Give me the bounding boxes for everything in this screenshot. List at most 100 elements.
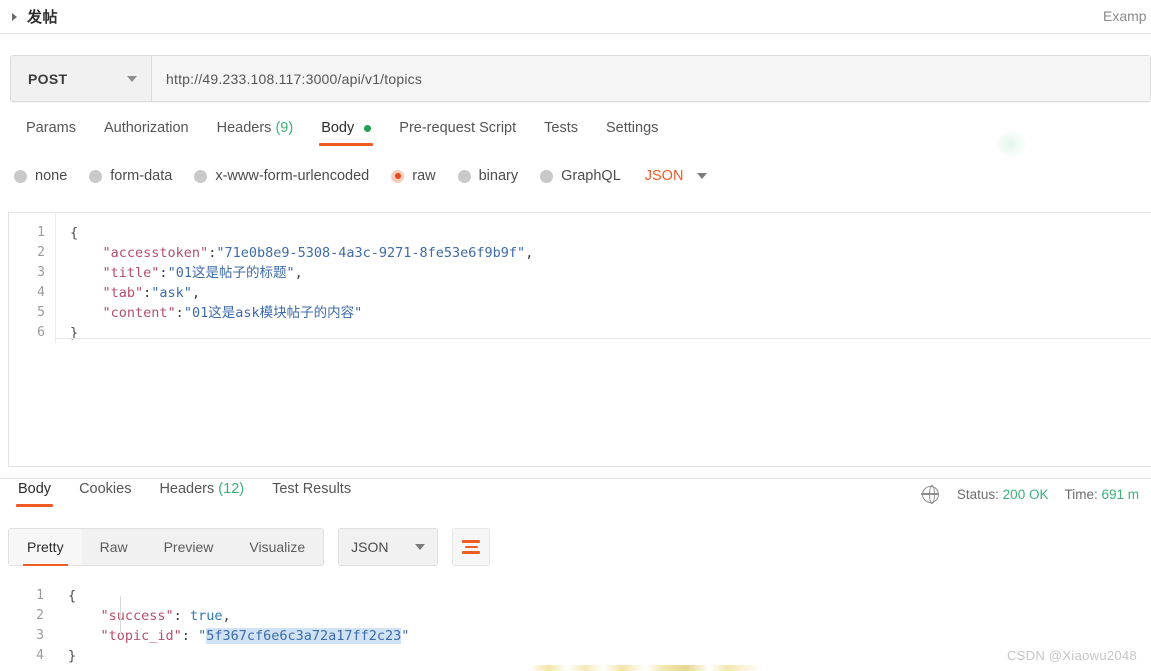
tab-label: Tests xyxy=(544,120,578,136)
tab-params[interactable]: Params xyxy=(12,118,90,146)
cut-off-content-ghost xyxy=(530,665,760,671)
code-line: "topic_id": "5f367cf6e6c3a72a17ff2c23" xyxy=(68,626,1151,646)
radio-icon xyxy=(89,169,103,183)
radio-icon xyxy=(457,169,471,183)
tab-tests[interactable]: Tests xyxy=(530,118,592,146)
request-header-bar: 发帖 Examp xyxy=(0,0,1151,34)
body-type-raw[interactable]: raw xyxy=(391,168,436,184)
code-line: } xyxy=(68,646,1151,666)
body-format-select[interactable]: JSON xyxy=(645,168,708,184)
tab-headers[interactable]: Headers (9) xyxy=(203,118,308,146)
json-colon: : xyxy=(175,305,184,321)
response-headers-count: (12) xyxy=(218,481,245,497)
code-fold-divider xyxy=(56,338,1151,339)
body-type-label: x-www-form-urlencoded xyxy=(215,168,370,184)
body-type-binary[interactable]: binary xyxy=(457,168,519,184)
open-brace: { xyxy=(68,588,77,604)
tab-label: Headers xyxy=(159,481,215,497)
tab-label: Cookies xyxy=(79,481,132,497)
tab-label: Settings xyxy=(605,120,659,136)
response-body-code[interactable]: { "success": true, "topic_id": "5f367cf6… xyxy=(54,576,1151,666)
body-type-label: form-data xyxy=(110,168,173,184)
body-type-label: GraphQL xyxy=(561,168,621,184)
tab-authorization[interactable]: Authorization xyxy=(90,118,203,146)
line-number: 3 xyxy=(36,628,44,643)
request-body-code[interactable]: { "accesstoken":"71e0b8e9-5308-4a3c-9271… xyxy=(55,213,1151,343)
body-format-label: JSON xyxy=(644,168,684,184)
body-type-graphql[interactable]: GraphQL xyxy=(540,168,621,184)
body-type-none[interactable]: none xyxy=(14,168,67,184)
view-tab-raw[interactable]: Raw xyxy=(82,529,146,565)
json-key: "success" xyxy=(100,608,174,624)
response-body-viewer[interactable]: 1 2 3 4 { "success": true, "topic_id": "… xyxy=(8,576,1151,671)
body-type-options: none form-data x-www-form-urlencoded raw… xyxy=(14,168,708,184)
code-line: } xyxy=(70,323,1151,343)
tab-label: Test Results xyxy=(272,481,352,497)
time-badge: Time: 691 m xyxy=(1064,487,1139,502)
tab-settings[interactable]: Settings xyxy=(592,118,672,146)
json-comma: , xyxy=(294,265,303,281)
caret-right-icon[interactable] xyxy=(12,12,17,21)
wrap-line-3 xyxy=(462,551,481,554)
json-value-selected[interactable]: 5f367cf6e6c3a72a17ff2c23 xyxy=(206,628,402,644)
json-value: "ask" xyxy=(151,285,192,301)
headers-count: (9) xyxy=(275,120,294,136)
url-input[interactable]: http://49.233.108.117:3000/api/v1/topics xyxy=(152,56,1150,101)
request-body-editor[interactable]: 1 2 3 4 5 6 { "accesstoken":"71e0b8e9-53… xyxy=(8,212,1151,467)
line-number: 6 xyxy=(37,325,45,340)
page-title: 发帖 xyxy=(27,9,59,26)
json-colon: : xyxy=(173,608,182,624)
line-number: 4 xyxy=(36,648,44,663)
radio-selected-icon xyxy=(391,169,405,183)
request-line-numbers: 1 2 3 4 5 6 xyxy=(9,213,55,343)
response-view-bar: Pretty Raw Preview Visualize JSON xyxy=(8,528,491,566)
word-wrap-icon[interactable] xyxy=(452,528,491,566)
json-colon: : xyxy=(159,265,168,281)
view-tab-pretty[interactable]: Pretty xyxy=(9,529,82,566)
wrap-line-2 xyxy=(464,545,478,549)
json-comma: , xyxy=(191,285,201,301)
line-number: 1 xyxy=(36,588,44,603)
http-method-select[interactable]: POST xyxy=(11,56,152,101)
view-tab-preview[interactable]: Preview xyxy=(146,529,232,565)
chevron-down-icon xyxy=(697,173,708,179)
tab-pre-request-script[interactable]: Pre-request Script xyxy=(385,118,530,146)
quote-open: " xyxy=(198,628,207,644)
tab-label: Body xyxy=(18,481,52,497)
open-brace: { xyxy=(70,225,79,241)
close-brace: } xyxy=(68,648,77,664)
watermark: CSDN @Xiaowu2048 xyxy=(1006,648,1137,663)
status-value: 200 OK xyxy=(1002,487,1049,502)
response-tab-headers[interactable]: Headers (12) xyxy=(145,479,258,507)
tab-label: Pre-request Script xyxy=(399,120,517,136)
code-line: "success": true, xyxy=(68,606,1151,626)
wrap-line-1 xyxy=(462,540,481,543)
response-format-select[interactable]: JSON xyxy=(338,528,439,566)
json-key: "accesstoken" xyxy=(102,245,209,261)
chevron-down-icon xyxy=(415,544,426,550)
chevron-down-icon xyxy=(127,75,137,82)
response-tab-test-results[interactable]: Test Results xyxy=(258,479,365,507)
tab-body[interactable]: Body xyxy=(307,118,385,146)
json-comma: , xyxy=(525,245,534,261)
line-number: 3 xyxy=(37,265,45,280)
json-key: "content" xyxy=(102,305,176,321)
status-badge: Status: 200 OK xyxy=(957,487,1049,502)
response-format-label: JSON xyxy=(351,539,389,555)
body-type-urlencoded[interactable]: x-www-form-urlencoded xyxy=(194,168,369,184)
radio-icon xyxy=(540,169,554,183)
tab-label: Params xyxy=(26,120,76,136)
tab-label: Body xyxy=(321,120,355,136)
time-value: 691 m xyxy=(1101,487,1139,502)
body-type-label: binary xyxy=(478,168,519,184)
response-tabs: Body Cookies Headers (12) Test Results S… xyxy=(0,478,1151,516)
tab-label: Headers xyxy=(216,120,272,136)
response-tab-body[interactable]: Body xyxy=(4,479,65,507)
response-tab-cookies[interactable]: Cookies xyxy=(65,479,145,507)
view-tab-visualize[interactable]: Visualize xyxy=(231,529,323,565)
body-type-form-data[interactable]: form-data xyxy=(89,168,172,184)
code-line: "tab":"ask", xyxy=(70,283,1151,303)
quote-close: " xyxy=(401,628,410,644)
time-label: Time: xyxy=(1064,487,1098,502)
examples-link[interactable]: Examp xyxy=(1103,8,1151,24)
